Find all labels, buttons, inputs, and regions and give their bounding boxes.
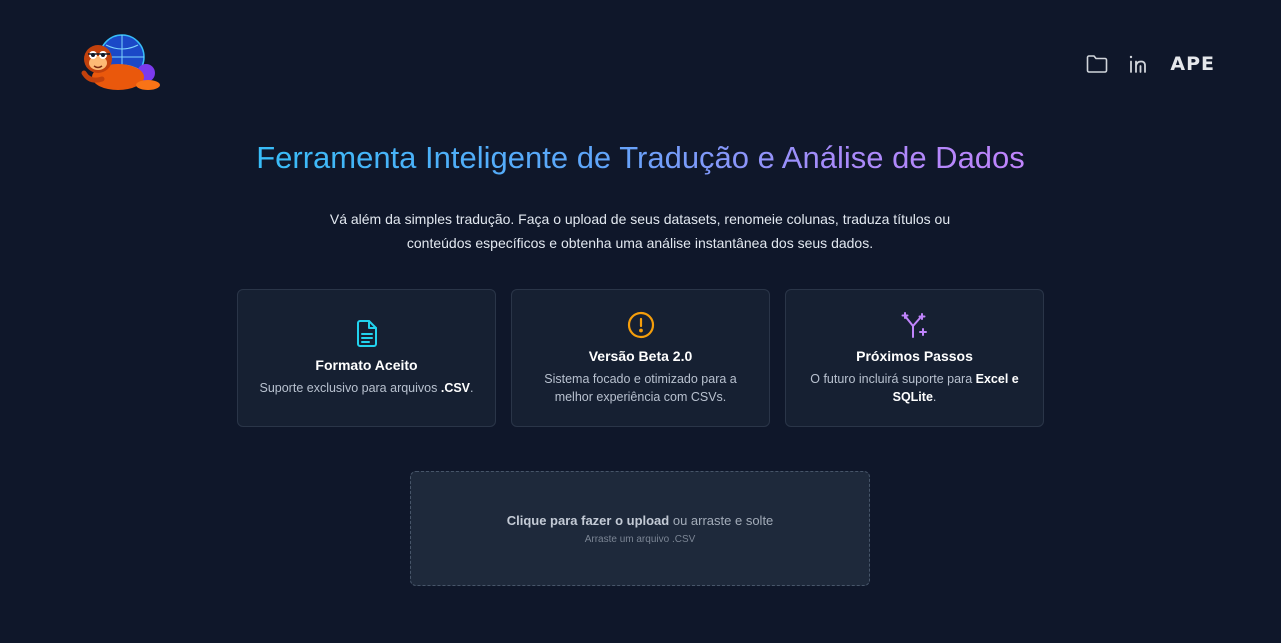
- page-title-text: Ferramenta Inteligente de Tradução e Aná…: [256, 140, 1025, 175]
- ape-nav-link[interactable]: APE: [1170, 52, 1215, 76]
- branch-sparkle-icon: [901, 311, 929, 339]
- ape-mascot-logo[interactable]: [76, 33, 162, 95]
- card-text: Sistema focado e otimizado para a melhor…: [544, 371, 737, 404]
- card-title: Próximos Passos: [856, 347, 973, 364]
- upload-instruction: Clique para fazer o upload ou arraste e …: [506, 512, 774, 528]
- card-next-steps: Próximos Passos O futuro incluirá suport…: [785, 289, 1044, 427]
- card-text: Suporte exclusivo para arquivos .CSV.: [259, 380, 474, 395]
- card-beta-version: Versão Beta 2.0 Sistema focado e otimiza…: [511, 289, 770, 427]
- card-text: O futuro incluirá suporte para Excel e S…: [810, 371, 1019, 404]
- feature-cards: Formato Aceito Suporte exclusivo para ar…: [237, 289, 1044, 427]
- upload-hint: Arraste um arquivo .CSV: [584, 533, 696, 545]
- page-subtitle: Vá além da simples tradução. Faça o uplo…: [329, 211, 951, 251]
- document-icon: [355, 319, 379, 348]
- header-nav: APE: [1086, 52, 1215, 76]
- page: APE Ferramenta Inteligente de Tradução e…: [0, 0, 1281, 643]
- card-text-bold: .CSV: [440, 380, 471, 395]
- alert-circle-icon: [627, 311, 655, 339]
- upload-dropzone[interactable]: Clique para fazer o upload ou arraste e …: [410, 471, 870, 586]
- card-accepted-format: Formato Aceito Suporte exclusivo para ar…: [237, 289, 496, 427]
- folder-icon[interactable]: [1086, 52, 1108, 76]
- card-title: Formato Aceito: [315, 356, 418, 373]
- page-title: Ferramenta Inteligente de Tradução e Aná…: [0, 138, 1281, 178]
- card-title: Versão Beta 2.0: [588, 347, 693, 364]
- linkedin-icon[interactable]: [1128, 52, 1150, 76]
- upload-click-link[interactable]: Clique para fazer o upload: [507, 513, 670, 528]
